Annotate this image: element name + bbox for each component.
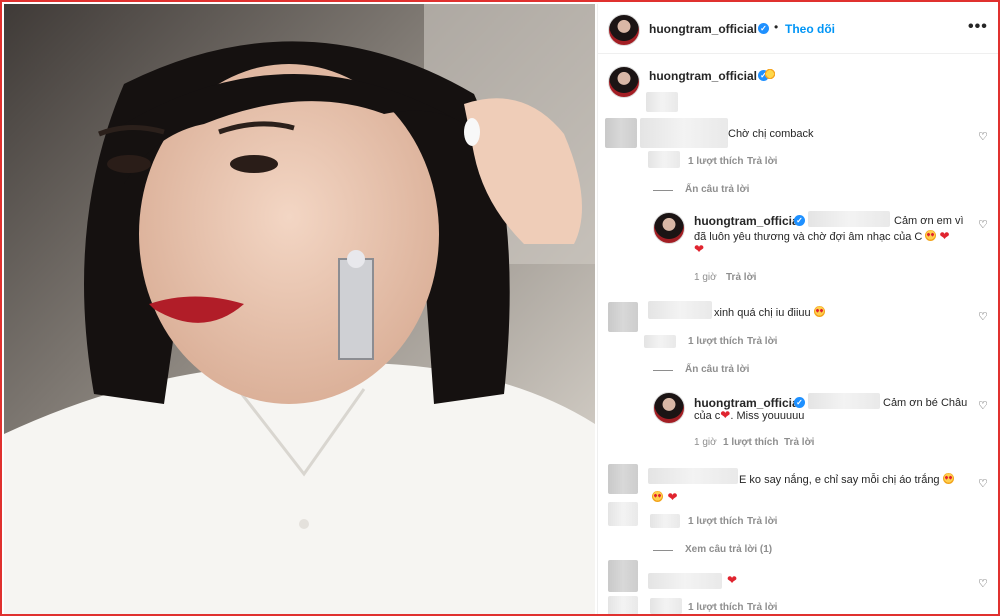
reply-likes[interactable]: 1 lượt thích <box>723 437 778 448</box>
comment-text: E ko say nắng, e chỉ say mỗi chị áo trắn… <box>739 473 954 488</box>
reply-time: 1 giờ <box>694 437 717 448</box>
redacted-username <box>648 573 722 589</box>
reply-link[interactable]: Trả lời <box>747 602 777 613</box>
hide-replies-link[interactable]: Ẩn câu trả lời <box>685 184 749 195</box>
reply-link[interactable]: Trả lời <box>747 156 777 167</box>
heart-eyes-emoji-icon <box>813 306 825 317</box>
commenter-avatar[interactable] <box>608 560 638 592</box>
reply-text-line2: của c❤. Miss youuuuu <box>694 408 805 422</box>
redacted-username <box>640 118 728 148</box>
redacted-timestamp <box>648 151 680 168</box>
redacted-username <box>648 468 738 484</box>
reply-username[interactable]: huongtram_official <box>694 214 802 228</box>
caption-avatar[interactable] <box>608 66 640 98</box>
comment-text: Chờ chị comback <box>728 128 814 140</box>
portrait-illustration <box>4 4 595 614</box>
screenshot-frame: huongtram_official ✓ • Theo dõi ••• huon… <box>0 0 1000 616</box>
comment-text: xinh quá chị iu điiuu <box>714 306 825 321</box>
commenter-avatar[interactable] <box>608 464 638 494</box>
comment-emoji-line: ❤ <box>652 488 678 506</box>
comments-panel: huongtram_official ✓ • Theo dõi ••• huon… <box>597 4 998 614</box>
follow-button[interactable]: Theo dõi <box>785 22 835 36</box>
red-heart-icon: ❤ <box>939 229 950 243</box>
redacted-timestamp <box>644 335 676 348</box>
like-heart-icon[interactable]: ♡ <box>978 401 988 412</box>
reply-text-line1: Cảm ơn em vì <box>894 215 964 227</box>
redacted-block <box>608 502 638 526</box>
reply-time: 1 giờ <box>694 272 717 283</box>
like-heart-icon[interactable]: ♡ <box>978 579 988 590</box>
redacted-mention <box>808 393 880 409</box>
verified-badge-icon: ✓ <box>794 215 805 226</box>
redacted-timestamp <box>650 598 682 614</box>
heart-eyes-emoji-icon <box>942 473 954 484</box>
author-username[interactable]: huongtram_official <box>649 22 757 36</box>
redacted-timestamp <box>650 514 680 528</box>
replies-divider <box>653 370 673 371</box>
like-heart-icon[interactable]: ♡ <box>978 132 988 143</box>
comment-likes[interactable]: 1 lượt thích <box>688 336 743 347</box>
red-heart-icon: ❤ <box>720 408 731 422</box>
red-heart-icon: ❤ <box>667 490 678 504</box>
redacted-mention <box>808 211 890 227</box>
like-heart-icon[interactable]: ♡ <box>978 312 988 323</box>
hide-replies-link[interactable]: Ẩn câu trả lời <box>685 364 749 375</box>
commenter-avatar[interactable] <box>608 302 638 332</box>
more-options-icon[interactable]: ••• <box>968 18 988 36</box>
redacted-text <box>646 92 678 112</box>
sun-emoji-icon <box>764 68 776 80</box>
post-photo[interactable] <box>4 4 595 614</box>
reply-author-avatar[interactable] <box>653 392 685 424</box>
author-avatar[interactable] <box>608 14 640 46</box>
verified-badge-icon: ✓ <box>758 23 769 34</box>
reply-link[interactable]: Trả lời <box>747 516 777 527</box>
reply-link[interactable]: Trả lời <box>747 336 777 347</box>
reply-link[interactable]: Trả lời <box>784 437 814 448</box>
replies-divider <box>653 550 673 551</box>
caption-username[interactable]: huongtram_official <box>649 69 757 83</box>
like-heart-icon[interactable]: ♡ <box>978 479 988 490</box>
commenter-avatar[interactable] <box>605 118 637 148</box>
comment-likes[interactable]: 1 lượt thích <box>688 516 743 527</box>
verified-badge-icon: ✓ <box>794 397 805 408</box>
reply-author-avatar[interactable] <box>653 212 685 244</box>
red-heart-icon: ❤ <box>727 573 738 587</box>
post-header: huongtram_official ✓ • Theo dõi ••• <box>598 4 998 54</box>
heart-eyes-emoji-icon <box>652 491 663 502</box>
heart-eyes-emoji-icon <box>925 230 937 241</box>
redacted-username <box>648 301 712 319</box>
reply-text-line2: đã luôn yêu thương và chờ đợi âm nhạc củ… <box>694 229 950 243</box>
replies-divider <box>653 190 673 191</box>
view-replies-link[interactable]: Xem câu trả lời (1) <box>685 544 772 555</box>
reply-text-line1: Cảm ơn bé Châu <box>883 397 968 409</box>
separator-dot: • <box>774 20 779 34</box>
like-heart-icon[interactable]: ♡ <box>978 220 988 231</box>
redacted-block <box>608 596 638 614</box>
comment-likes[interactable]: 1 lượt thích <box>688 602 743 613</box>
red-heart-icon: ❤ <box>694 242 705 256</box>
reply-link[interactable]: Trả lời <box>726 272 756 283</box>
comment-likes[interactable]: 1 lượt thích <box>688 156 743 167</box>
